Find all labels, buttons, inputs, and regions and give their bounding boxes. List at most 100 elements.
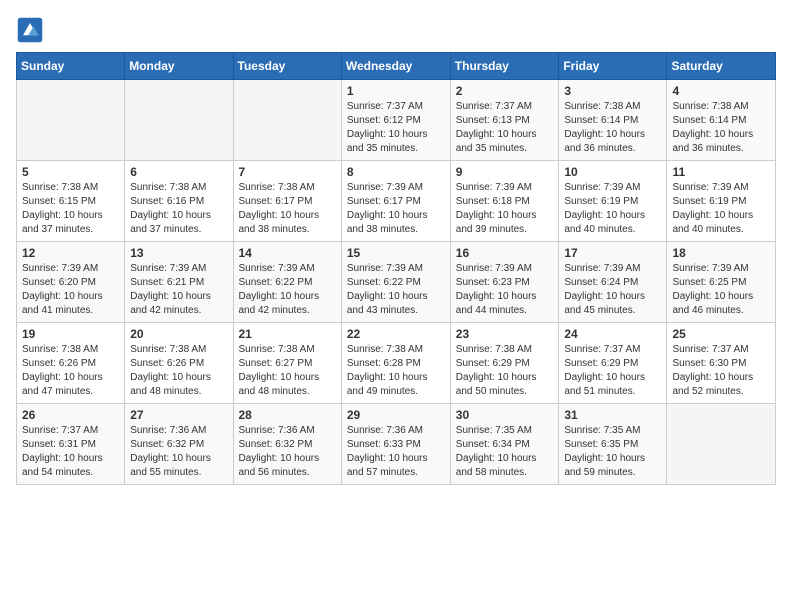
calendar-table: SundayMondayTuesdayWednesdayThursdayFrid… [16, 52, 776, 485]
day-number: 12 [22, 246, 119, 260]
calendar-cell: 8Sunrise: 7:39 AM Sunset: 6:17 PM Daylig… [341, 161, 450, 242]
calendar-cell: 28 Sunrise: 7:36 AM Sunset: 6:32 PM Dayli… [233, 404, 341, 485]
calendar-cell [17, 80, 125, 161]
day-info: Sunrise: 7:36 AM Sunset: 6:32 PM Dayligh… [239, 424, 336, 480]
calendar-cell: 10Sunrise: 7:39 AM Sunset: 6:19 PM Dayli… [559, 161, 667, 242]
calendar-cell: 13 Sunrise: 7:39 AM Sunset: 6:21 PM Dayli… [125, 242, 233, 323]
day-number: 26 [22, 408, 119, 422]
calendar-cell: 1 Sunrise: 7:37 AM Sunset: 6:12 PM Daylig… [341, 80, 450, 161]
calendar-week-row: 19 Sunrise: 7:38 AM Sunset: 6:26 PM Dayli… [17, 323, 776, 404]
calendar-cell: 30 Sunrise: 7:35 AM Sunset: 6:34 PM Dayli… [450, 404, 559, 485]
day-info: Sunrise: 7:35 AM Sunset: 6:34 PM Dayligh… [456, 424, 554, 480]
calendar-cell: 14 Sunrise: 7:39 AM Sunset: 6:22 PM Dayli… [233, 242, 341, 323]
day-info: Sunrise: 7:38 AM Sunset: 6:26 PM Dayligh… [130, 343, 227, 399]
calendar-header-row: SundayMondayTuesdayWednesdayThursdayFrid… [17, 53, 776, 80]
calendar-cell: 6Sunrise: 7:38 AM Sunset: 6:16 PM Daylig… [125, 161, 233, 242]
day-number: 5 [22, 165, 119, 179]
page-header [16, 16, 776, 44]
day-number: 17 [564, 246, 661, 260]
logo [16, 16, 46, 44]
day-number: 28 [239, 408, 336, 422]
day-info: Sunrise: 7:39 AM Sunset: 6:19 PM Dayligh… [672, 181, 770, 237]
day-header-wednesday: Wednesday [341, 53, 450, 80]
day-number: 6 [130, 165, 227, 179]
calendar-cell: 26 Sunrise: 7:37 AM Sunset: 6:31 PM Dayli… [17, 404, 125, 485]
calendar-cell: 5 Sunrise: 7:38 AM Sunset: 6:15 PM Daylig… [17, 161, 125, 242]
day-number: 7 [239, 165, 336, 179]
calendar-week-row: 1 Sunrise: 7:37 AM Sunset: 6:12 PM Daylig… [17, 80, 776, 161]
day-info: Sunrise: 7:39 AM Sunset: 6:18 PM Dayligh… [456, 181, 554, 237]
day-info: Sunrise: 7:39 AM Sunset: 6:17 PM Dayligh… [347, 181, 445, 237]
calendar-cell [667, 404, 776, 485]
day-info: Sunrise: 7:39 AM Sunset: 6:24 PM Dayligh… [564, 262, 661, 318]
day-number: 25 [672, 327, 770, 341]
day-info: Sunrise: 7:39 AM Sunset: 6:25 PM Dayligh… [672, 262, 770, 318]
calendar-cell: 27Sunrise: 7:36 AM Sunset: 6:32 PM Dayli… [125, 404, 233, 485]
day-number: 14 [239, 246, 336, 260]
day-info: Sunrise: 7:36 AM Sunset: 6:33 PM Dayligh… [347, 424, 445, 480]
day-info: Sunrise: 7:37 AM Sunset: 6:29 PM Dayligh… [564, 343, 661, 399]
calendar-week-row: 12 Sunrise: 7:39 AM Sunset: 6:20 PM Dayli… [17, 242, 776, 323]
day-number: 31 [564, 408, 661, 422]
calendar-cell: 16 Sunrise: 7:39 AM Sunset: 6:23 PM Dayli… [450, 242, 559, 323]
day-header-monday: Monday [125, 53, 233, 80]
day-header-saturday: Saturday [667, 53, 776, 80]
calendar-cell: 18 Sunrise: 7:39 AM Sunset: 6:25 PM Dayli… [667, 242, 776, 323]
day-number: 16 [456, 246, 554, 260]
calendar-cell [233, 80, 341, 161]
day-info: Sunrise: 7:38 AM Sunset: 6:28 PM Dayligh… [347, 343, 445, 399]
day-number: 27 [130, 408, 227, 422]
day-info: Sunrise: 7:38 AM Sunset: 6:17 PM Dayligh… [239, 181, 336, 237]
calendar-cell: 21 Sunrise: 7:38 AM Sunset: 6:27 PM Dayli… [233, 323, 341, 404]
day-info: Sunrise: 7:38 AM Sunset: 6:29 PM Dayligh… [456, 343, 554, 399]
calendar-cell: 9 Sunrise: 7:39 AM Sunset: 6:18 PM Daylig… [450, 161, 559, 242]
day-number: 11 [672, 165, 770, 179]
calendar-cell: 7 Sunrise: 7:38 AM Sunset: 6:17 PM Daylig… [233, 161, 341, 242]
day-info: Sunrise: 7:38 AM Sunset: 6:15 PM Dayligh… [22, 181, 119, 237]
day-info: Sunrise: 7:37 AM Sunset: 6:13 PM Dayligh… [456, 100, 554, 156]
day-number: 10 [564, 165, 661, 179]
day-info: Sunrise: 7:39 AM Sunset: 6:21 PM Dayligh… [130, 262, 227, 318]
day-info: Sunrise: 7:38 AM Sunset: 6:27 PM Dayligh… [239, 343, 336, 399]
day-header-friday: Friday [559, 53, 667, 80]
day-number: 23 [456, 327, 554, 341]
day-info: Sunrise: 7:37 AM Sunset: 6:30 PM Dayligh… [672, 343, 770, 399]
calendar-cell: 19 Sunrise: 7:38 AM Sunset: 6:26 PM Dayli… [17, 323, 125, 404]
day-number: 4 [672, 84, 770, 98]
day-info: Sunrise: 7:37 AM Sunset: 6:31 PM Dayligh… [22, 424, 119, 480]
calendar-cell: 24 Sunrise: 7:37 AM Sunset: 6:29 PM Dayli… [559, 323, 667, 404]
day-info: Sunrise: 7:35 AM Sunset: 6:35 PM Dayligh… [564, 424, 661, 480]
day-number: 1 [347, 84, 445, 98]
day-number: 9 [456, 165, 554, 179]
calendar-cell: 15Sunrise: 7:39 AM Sunset: 6:22 PM Dayli… [341, 242, 450, 323]
day-info: Sunrise: 7:38 AM Sunset: 6:14 PM Dayligh… [672, 100, 770, 156]
day-number: 13 [130, 246, 227, 260]
calendar-cell: 25 Sunrise: 7:37 AM Sunset: 6:30 PM Dayli… [667, 323, 776, 404]
day-info: Sunrise: 7:37 AM Sunset: 6:12 PM Dayligh… [347, 100, 445, 156]
day-info: Sunrise: 7:39 AM Sunset: 6:22 PM Dayligh… [239, 262, 336, 318]
day-number: 21 [239, 327, 336, 341]
day-header-tuesday: Tuesday [233, 53, 341, 80]
day-info: Sunrise: 7:38 AM Sunset: 6:14 PM Dayligh… [564, 100, 661, 156]
calendar-cell: 20Sunrise: 7:38 AM Sunset: 6:26 PM Dayli… [125, 323, 233, 404]
calendar-cell [125, 80, 233, 161]
calendar-cell: 23 Sunrise: 7:38 AM Sunset: 6:29 PM Dayli… [450, 323, 559, 404]
calendar-cell: 2Sunrise: 7:37 AM Sunset: 6:13 PM Daylig… [450, 80, 559, 161]
day-info: Sunrise: 7:39 AM Sunset: 6:22 PM Dayligh… [347, 262, 445, 318]
day-header-thursday: Thursday [450, 53, 559, 80]
day-info: Sunrise: 7:39 AM Sunset: 6:20 PM Dayligh… [22, 262, 119, 318]
day-number: 24 [564, 327, 661, 341]
calendar-cell: 4 Sunrise: 7:38 AM Sunset: 6:14 PM Daylig… [667, 80, 776, 161]
day-number: 22 [347, 327, 445, 341]
day-header-sunday: Sunday [17, 53, 125, 80]
calendar-cell: 11 Sunrise: 7:39 AM Sunset: 6:19 PM Dayli… [667, 161, 776, 242]
day-number: 19 [22, 327, 119, 341]
calendar-cell: 12 Sunrise: 7:39 AM Sunset: 6:20 PM Dayli… [17, 242, 125, 323]
calendar-cell: 29 Sunrise: 7:36 AM Sunset: 6:33 PM Dayli… [341, 404, 450, 485]
day-number: 30 [456, 408, 554, 422]
day-number: 29 [347, 408, 445, 422]
day-info: Sunrise: 7:39 AM Sunset: 6:23 PM Dayligh… [456, 262, 554, 318]
day-number: 18 [672, 246, 770, 260]
calendar-cell: 31 Sunrise: 7:35 AM Sunset: 6:35 PM Dayli… [559, 404, 667, 485]
day-info: Sunrise: 7:38 AM Sunset: 6:26 PM Dayligh… [22, 343, 119, 399]
